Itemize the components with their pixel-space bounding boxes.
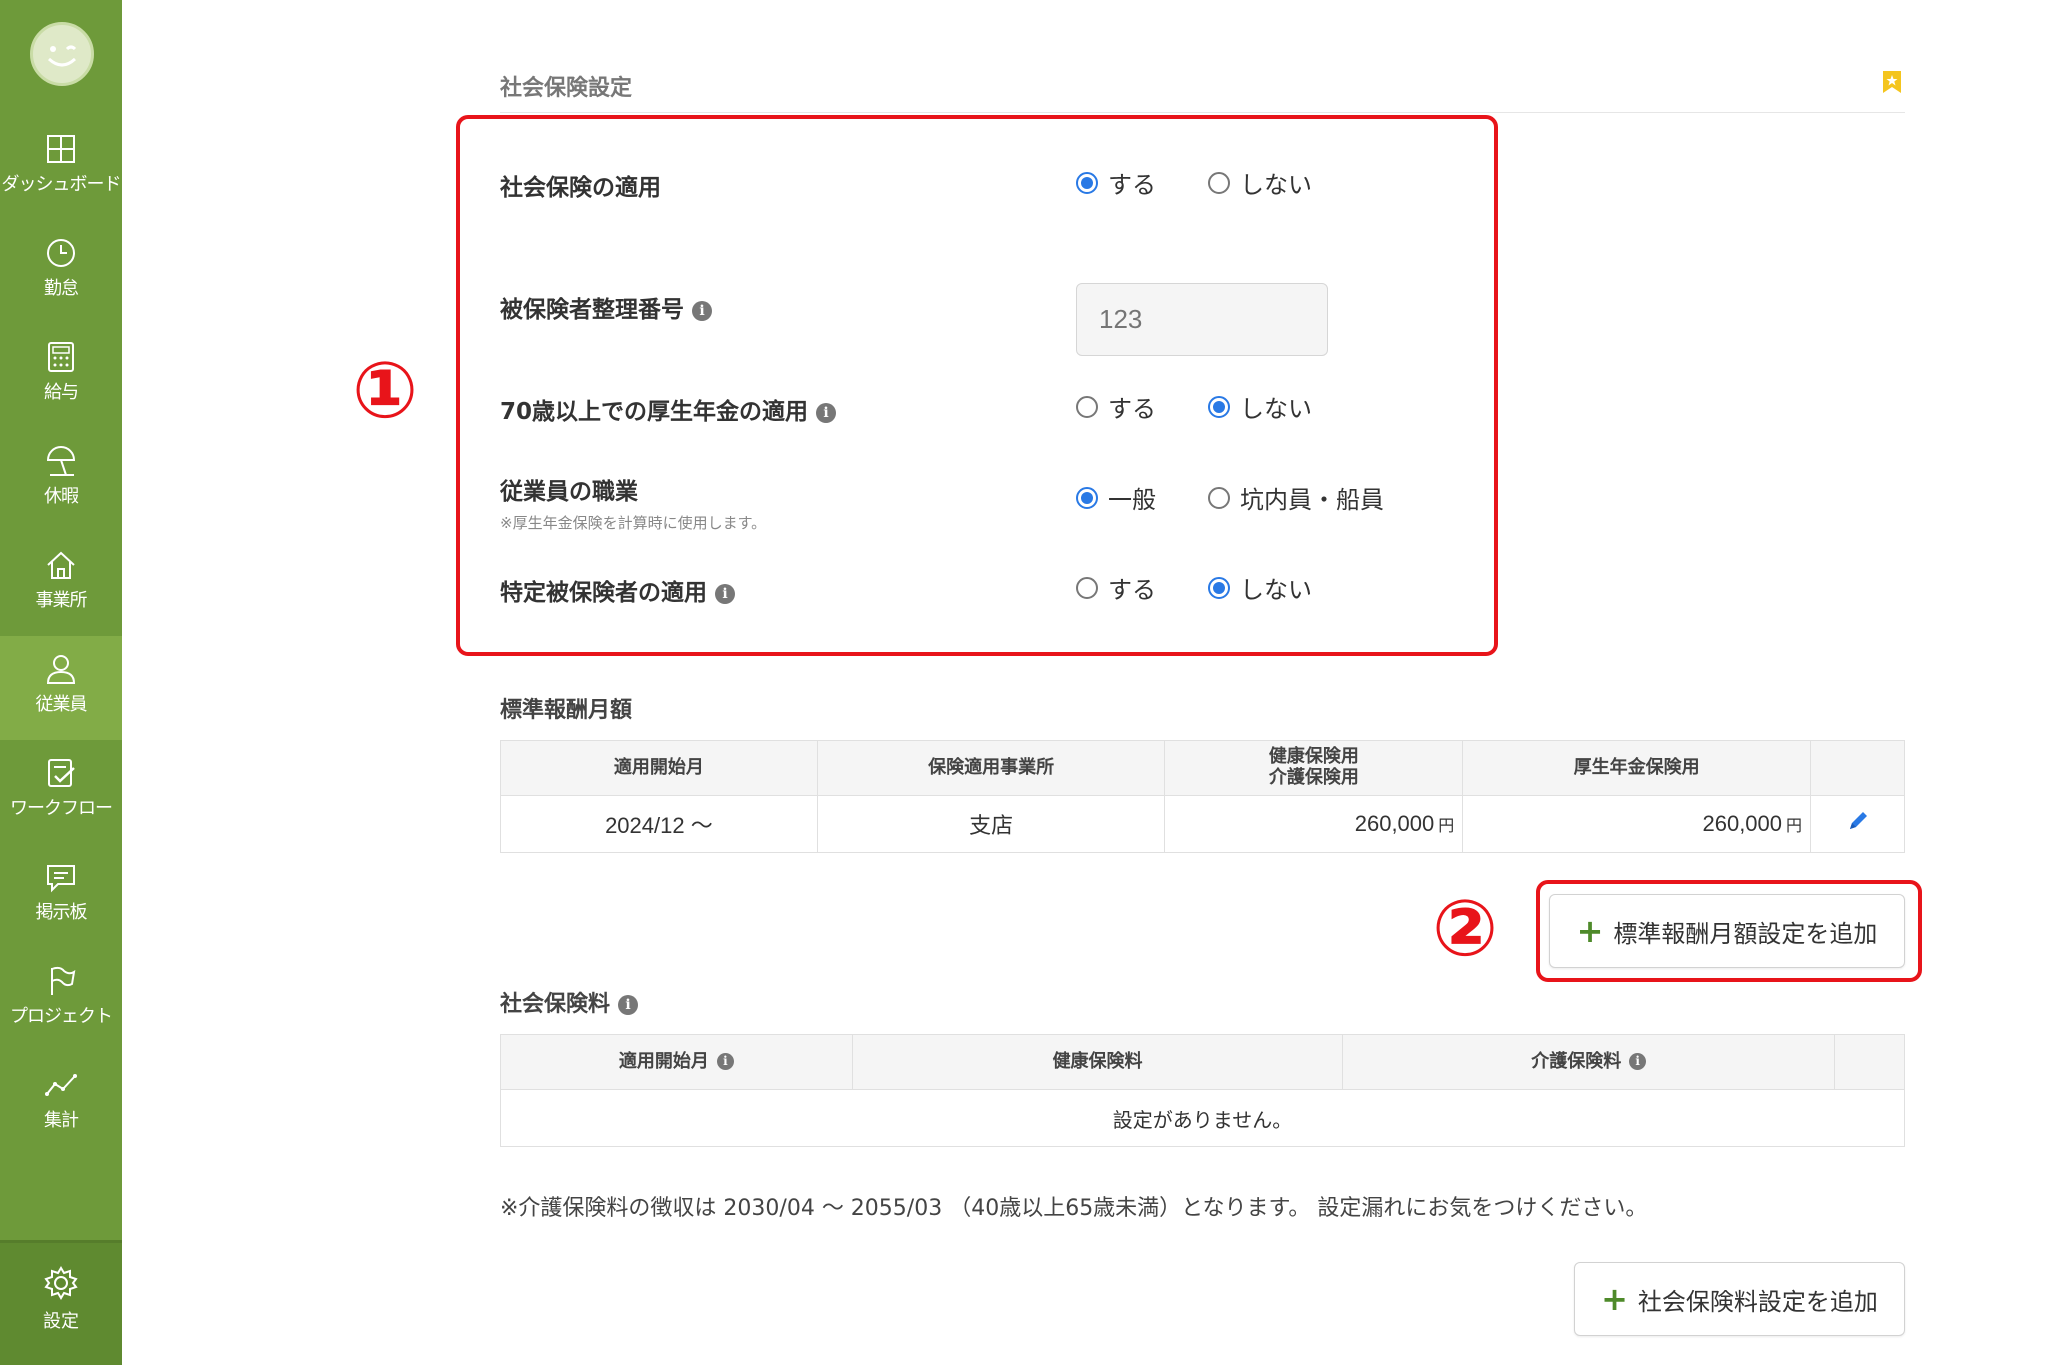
sidebar-item-label: ワークフロー xyxy=(10,798,113,819)
home-icon xyxy=(47,551,75,579)
radio-label: する xyxy=(1108,395,1156,423)
app-logo[interactable] xyxy=(30,22,94,86)
col-pension: 厚生年金保険用 xyxy=(1462,740,1812,796)
occupation-general-radio[interactable]: 一般 xyxy=(1076,480,1156,515)
radio-label: しない xyxy=(1240,395,1312,423)
plus-icon: + xyxy=(1601,1280,1628,1318)
table-row: 2024/12 〜 支店 260,000 円 260,000 円 xyxy=(500,795,1905,853)
row-pension: 260,000 円 xyxy=(1462,795,1812,853)
sidebar-item-label: 事業所 xyxy=(35,590,88,611)
radio-label: 一般 xyxy=(1108,486,1156,514)
empty-message: 設定がありません。 xyxy=(500,1089,1905,1147)
sidebar-item-label: 休暇 xyxy=(44,486,79,507)
checklist-icon xyxy=(48,759,75,787)
row-edit[interactable] xyxy=(1810,795,1905,853)
col-health: 健康保険用 介護保険用 xyxy=(1164,740,1464,796)
premium-title: 社会保険料 i xyxy=(500,986,639,1018)
sidebar-item-bulletin[interactable]: 掲示板 xyxy=(0,844,122,948)
button-label: 標準報酬月額設定を追加 xyxy=(1613,919,1878,948)
premium-table: 適用開始月 i 健康保険料 介護保険料 i 設定がありません。 xyxy=(500,1034,1905,1147)
specified-yes-radio[interactable]: する xyxy=(1076,570,1156,605)
dashboard-icon xyxy=(47,135,75,163)
row-start: 2024/12 〜 xyxy=(500,795,818,853)
col-start: 適用開始月 xyxy=(500,740,818,796)
add-premium-button[interactable]: + 社会保険料設定を追加 xyxy=(1574,1262,1905,1336)
table-row: 設定がありません。 xyxy=(500,1089,1905,1147)
sidebar-item-label: 設定 xyxy=(43,1311,79,1332)
standard-salary-title: 標準報酬月額 xyxy=(500,698,633,723)
care-premium-footnote: ※介護保険料の徴収は 2030/04 〜 2055/03 （40歳以上65歳未満… xyxy=(500,1196,1648,1221)
sidebar-item-label: ダッシュボード xyxy=(1,174,122,195)
apply-yes-radio[interactable]: する xyxy=(1076,165,1156,200)
col-office: 保険適用事業所 xyxy=(816,740,1166,796)
clock-icon xyxy=(47,239,75,267)
col-health: 健康保険料 xyxy=(851,1034,1344,1090)
over70-yes-radio[interactable]: する xyxy=(1076,389,1156,424)
over70-no-radio[interactable]: しない xyxy=(1208,389,1312,424)
add-standard-salary-button[interactable]: + 標準報酬月額設定を追加 xyxy=(1549,894,1905,968)
sidebar-item-employees[interactable]: 従業員 xyxy=(0,636,122,740)
sidebar-item-workflow[interactable]: ワークフロー xyxy=(0,740,122,844)
col-actions xyxy=(1834,1034,1905,1090)
pencil-icon[interactable] xyxy=(1846,809,1870,833)
radio-label: する xyxy=(1108,171,1156,199)
sidebar-item-label: プロジェクト xyxy=(10,1006,113,1027)
col-care: 介護保険料 i xyxy=(1342,1034,1836,1090)
sidebar: ダッシュボード 勤怠 給与 休暇 事業所 従業員 ワークフロー 掲示板 プロジェ… xyxy=(0,0,122,1365)
row-office: 支店 xyxy=(816,795,1166,853)
sidebar-item-leave[interactable]: 休暇 xyxy=(0,428,122,532)
radio-label: しない xyxy=(1240,171,1312,199)
apply-label: 社会保険の適用 xyxy=(500,175,661,201)
occupation-label: 従業員の職業 xyxy=(500,479,638,505)
sidebar-item-label: 給与 xyxy=(44,382,79,403)
sidebar-item-payroll[interactable]: 給与 xyxy=(0,324,122,428)
sidebar-item-project[interactable]: プロジェクト xyxy=(0,948,122,1052)
occupation-mine-radio[interactable]: 坑内員・船員 xyxy=(1208,480,1384,515)
beach-umbrella-icon xyxy=(46,446,76,476)
person-icon xyxy=(46,655,76,684)
info-icon[interactable]: i xyxy=(715,584,735,604)
radio-label: 坑内員・船員 xyxy=(1240,486,1384,514)
radio-label: する xyxy=(1108,576,1156,604)
info-icon[interactable]: i xyxy=(816,403,837,423)
sidebar-item-attendance[interactable]: 勤怠 xyxy=(0,220,122,324)
button-label: 社会保険料設定を追加 xyxy=(1637,1287,1878,1316)
page-title: 社会保険設定 xyxy=(500,76,633,101)
calculator-icon xyxy=(48,342,74,372)
occupation-note: ※厚生年金保険を計算時に使用します。 xyxy=(500,514,767,532)
sidebar-item-label: 掲示板 xyxy=(35,902,88,923)
info-icon[interactable]: i xyxy=(618,995,639,1015)
apply-no-radio[interactable]: しない xyxy=(1208,165,1312,200)
sidebar-item-label: 従業員 xyxy=(35,694,88,715)
chat-icon xyxy=(47,865,75,893)
gear-icon xyxy=(44,1266,78,1300)
col-actions xyxy=(1810,740,1905,796)
flag-icon xyxy=(51,966,76,995)
insured-number-label: 被保険者整理番号 i xyxy=(500,290,712,324)
sidebar-item-settings[interactable]: 設定 xyxy=(0,1240,122,1365)
info-icon[interactable]: i xyxy=(716,1052,734,1070)
header-divider xyxy=(500,112,1905,113)
over70-label: 70歳以上での厚生年金の適用 i xyxy=(500,392,837,426)
plus-icon: + xyxy=(1576,912,1604,950)
sidebar-item-office[interactable]: 事業所 xyxy=(0,532,122,636)
sidebar-item-reports[interactable]: 集計 xyxy=(0,1052,122,1156)
line-chart-icon xyxy=(45,1074,77,1096)
bookmark-star-icon[interactable] xyxy=(1880,70,1904,94)
col-start: 適用開始月 i xyxy=(500,1034,853,1090)
specified-label: 特定被保険者の適用 i xyxy=(500,573,735,607)
sidebar-item-dashboard[interactable]: ダッシュボード xyxy=(0,116,122,220)
info-icon[interactable]: i xyxy=(1629,1052,1647,1070)
info-icon[interactable]: i xyxy=(692,301,712,321)
sidebar-item-label: 集計 xyxy=(44,1110,79,1131)
insured-number-input[interactable] xyxy=(1076,283,1328,356)
annotation-number-2: ② xyxy=(1432,884,1499,974)
specified-no-radio[interactable]: しない xyxy=(1208,570,1312,605)
radio-label: しない xyxy=(1240,576,1312,604)
sidebar-item-label: 勤怠 xyxy=(44,278,79,299)
annotation-number-1: ① xyxy=(352,346,419,436)
standard-salary-table: 適用開始月 保険適用事業所 健康保険用 介護保険用 厚生年金保険用 2024/12… xyxy=(500,740,1905,853)
row-health: 260,000 円 xyxy=(1164,795,1464,853)
